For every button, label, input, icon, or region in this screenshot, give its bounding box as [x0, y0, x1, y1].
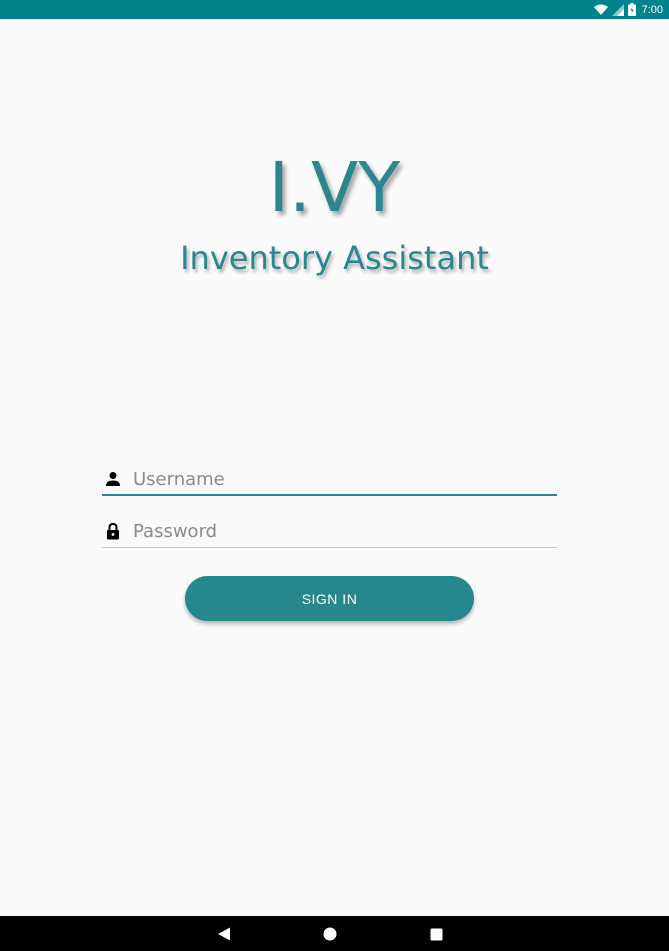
status-icons: 7:00: [593, 2, 663, 17]
battery-icon: [627, 3, 636, 16]
wifi-icon: [593, 4, 608, 16]
username-field[interactable]: [102, 464, 557, 496]
username-input[interactable]: [133, 465, 557, 493]
status-time: 7:00: [641, 3, 663, 16]
app-title: I.VY: [268, 148, 401, 228]
navigation-bar: [0, 916, 669, 951]
sign-in-button[interactable]: SIGN IN: [185, 576, 474, 621]
person-icon: [103, 469, 123, 489]
recents-icon[interactable]: [428, 926, 444, 942]
app-subtitle: Inventory Assistant: [180, 239, 489, 277]
lock-icon: [103, 522, 123, 542]
signal-icon: [611, 3, 624, 16]
password-field[interactable]: [102, 516, 557, 548]
password-input[interactable]: [133, 517, 557, 546]
status-bar: 7:00: [0, 0, 669, 19]
back-icon[interactable]: [216, 926, 232, 942]
home-icon[interactable]: [322, 926, 338, 942]
